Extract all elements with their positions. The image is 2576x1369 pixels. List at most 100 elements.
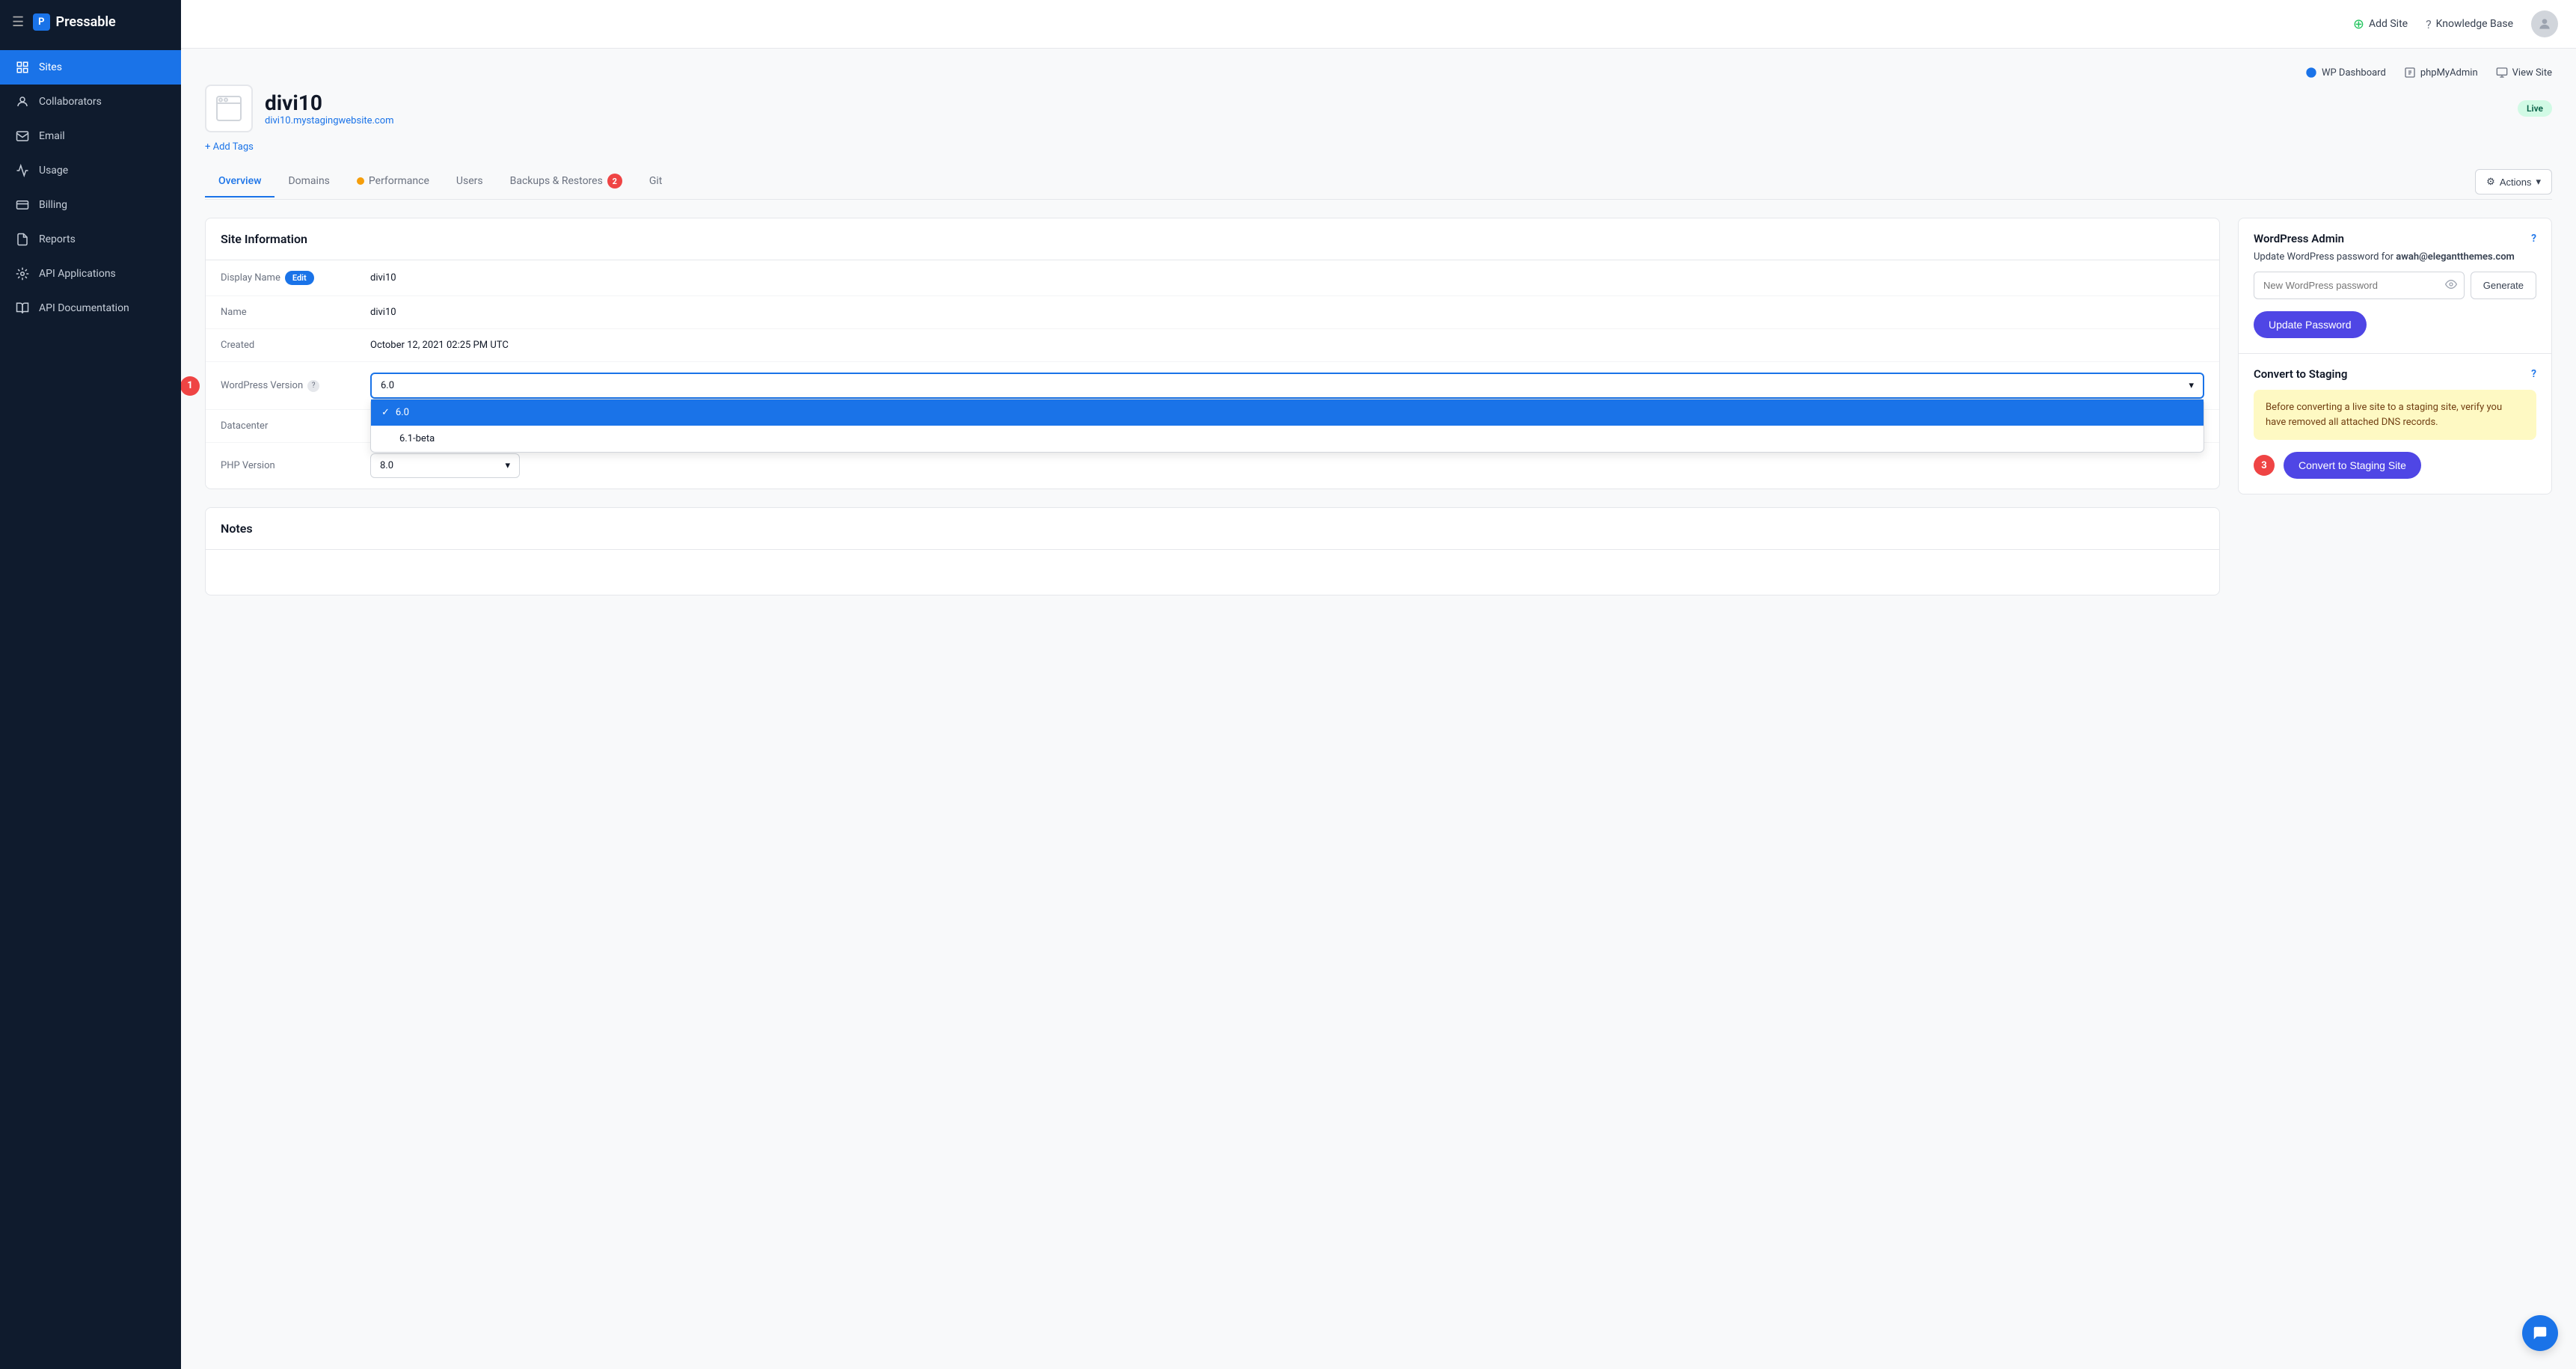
site-info: divi10 divi10.mystagingwebsite.com: [265, 91, 394, 126]
show-password-icon[interactable]: [2445, 278, 2457, 293]
step-badge-1: 1: [181, 376, 200, 396]
step-badge-3: 3: [2254, 455, 2275, 476]
wp-version-option-61beta[interactable]: 6.1-beta: [371, 426, 2204, 452]
hamburger-icon[interactable]: ☰: [12, 14, 24, 30]
logo-text: Pressable: [56, 14, 116, 30]
site-information-card: Site Information Display Name Edit divi1…: [205, 218, 2220, 489]
sidebar-label-api-applications: API Applications: [39, 268, 116, 280]
content-area: WP Dashboard phpMyAdmin View Site: [181, 49, 2576, 1369]
update-password-button[interactable]: Update Password: [2254, 311, 2367, 338]
add-tags-button[interactable]: + Add Tags: [205, 141, 2552, 153]
site-header-left: divi10 divi10.mystagingwebsite.com: [205, 85, 394, 132]
tab-users[interactable]: Users: [443, 166, 497, 197]
password-input-wrap: [2254, 272, 2465, 299]
wp-admin-help-icon[interactable]: ?: [2531, 233, 2536, 245]
tab-domains[interactable]: Domains: [275, 166, 343, 197]
phpmyadmin-link[interactable]: phpMyAdmin: [2404, 67, 2478, 79]
view-site-link[interactable]: View Site: [2496, 67, 2552, 79]
add-site-link[interactable]: ⊕ Add Site: [2353, 16, 2408, 32]
tab-git[interactable]: Git: [636, 166, 676, 197]
new-password-input[interactable]: [2254, 272, 2465, 299]
logo: P Pressable: [33, 13, 116, 31]
tab-domains-label: Domains: [288, 175, 329, 187]
tabs-bar: Overview Domains Performance Users Backu…: [205, 165, 2552, 200]
sidebar-nav: Sites Collaborators Email Usage Billing: [0, 44, 181, 1369]
logo-icon: P: [33, 13, 49, 31]
wp-version-label: WordPress Version ? 1: [206, 370, 355, 402]
created-label: Created: [206, 329, 355, 361]
generate-button[interactable]: Generate: [2471, 272, 2536, 299]
convert-to-staging-section: Convert to Staging ? Before converting a…: [2239, 354, 2551, 494]
created-value: October 12, 2021 02:25 PM UTC: [355, 329, 2219, 361]
sidebar-item-collaborators[interactable]: Collaborators: [0, 85, 181, 119]
convert-warning-text: Before converting a live site to a stagi…: [2266, 402, 2502, 428]
api-documentation-icon: [15, 301, 30, 316]
actions-label: Actions: [2500, 177, 2532, 188]
convert-help-icon[interactable]: ?: [2531, 368, 2536, 380]
php-version-label: PHP Version: [206, 450, 355, 482]
sidebar-item-usage[interactable]: Usage: [0, 153, 181, 188]
wp-version-option-60[interactable]: ✓ 6.0: [371, 399, 2204, 426]
sidebar-label-api-documentation: API Documentation: [39, 302, 129, 314]
performance-dot: [357, 177, 364, 185]
sidebar-item-api-applications[interactable]: API Applications: [0, 257, 181, 291]
sites-icon: [15, 60, 30, 75]
wp-admin-section-title: WordPress Admin ?: [2239, 218, 2551, 251]
tab-overview[interactable]: Overview: [205, 166, 275, 197]
wp-version-menu: ✓ 6.0 6.1-beta: [370, 399, 2204, 453]
wp-version-help-icon[interactable]: ?: [307, 380, 319, 392]
notes-content: [206, 550, 2219, 595]
chevron-php-icon: ▾: [505, 460, 510, 471]
table-row: Display Name Edit divi10: [206, 260, 2219, 296]
convert-title-text: Convert to Staging: [2254, 367, 2347, 381]
update-desc: Update WordPress password for awah@elega…: [2239, 251, 2551, 272]
sidebar-label-collaborators: Collaborators: [39, 96, 102, 108]
wp-version-61beta-label: 6.1-beta: [399, 433, 435, 444]
sidebar-item-sites[interactable]: Sites: [0, 50, 181, 85]
knowledge-base-link[interactable]: ? Knowledge Base: [2426, 17, 2513, 31]
tab-performance[interactable]: Performance: [343, 166, 443, 197]
user-avatar[interactable]: [2531, 10, 2558, 37]
edit-display-name-badge[interactable]: Edit: [285, 271, 314, 285]
wp-version-select[interactable]: 6.0 ▾: [370, 373, 2204, 399]
convert-to-staging-button[interactable]: Convert to Staging Site: [2284, 452, 2421, 479]
api-applications-icon: [15, 266, 30, 281]
wp-admin-title: WordPress Admin: [2254, 232, 2344, 245]
sidebar-label-usage: Usage: [39, 165, 68, 177]
site-header: divi10 divi10.mystagingwebsite.com Live: [205, 85, 2552, 132]
wp-version-dropdown: 6.0 ▾ ✓ 6.0: [370, 373, 2204, 399]
update-email: awah@elegantthemes.com: [2396, 251, 2515, 263]
sidebar-label-sites: Sites: [39, 61, 62, 73]
chat-button[interactable]: [2522, 1315, 2558, 1351]
site-information-title: Site Information: [206, 218, 2219, 260]
password-row: Generate: [2239, 272, 2551, 311]
add-tags-label: + Add Tags: [205, 141, 254, 153]
site-url[interactable]: divi10.mystagingwebsite.com: [265, 115, 394, 126]
sidebar-item-api-documentation[interactable]: API Documentation: [0, 291, 181, 325]
panel-right: WordPress Admin ? Update WordPress passw…: [2238, 218, 2552, 595]
billing-icon: [15, 197, 30, 212]
sidebar-label-reports: Reports: [39, 233, 76, 245]
convert-to-staging-title: Convert to Staging ?: [2239, 354, 2551, 390]
sidebar-item-billing[interactable]: Billing: [0, 188, 181, 222]
table-row: Name divi10: [206, 296, 2219, 329]
sidebar-header: ☰ P Pressable: [0, 0, 181, 44]
site-status-badge: Live: [2518, 100, 2552, 117]
tab-git-label: Git: [649, 175, 663, 187]
tab-backups-label: Backups & Restores: [510, 175, 603, 187]
table-row: WordPress Version ? 1 6.0 ▾: [206, 362, 2219, 410]
actions-button[interactable]: ⚙ Actions ▾: [2475, 169, 2552, 195]
php-version-select[interactable]: 8.0 ▾: [370, 453, 520, 478]
tab-backups-restores[interactable]: Backups & Restores 2: [497, 165, 636, 199]
sidebar-item-email[interactable]: Email: [0, 119, 181, 153]
display-name-label: Display Name Edit: [206, 260, 355, 295]
sidebar-item-reports[interactable]: Reports: [0, 222, 181, 257]
datacenter-label: Datacenter: [206, 410, 355, 442]
wp-dashboard-link[interactable]: WP Dashboard: [2305, 67, 2386, 79]
info-table: Display Name Edit divi10 Name divi10: [206, 260, 2219, 489]
gear-icon: ⚙: [2486, 176, 2495, 188]
name-value: divi10: [355, 296, 2219, 328]
display-name-value: divi10: [355, 262, 2219, 294]
quick-links-bar: WP Dashboard phpMyAdmin View Site: [205, 67, 2552, 79]
notes-title: Notes: [206, 508, 2219, 550]
